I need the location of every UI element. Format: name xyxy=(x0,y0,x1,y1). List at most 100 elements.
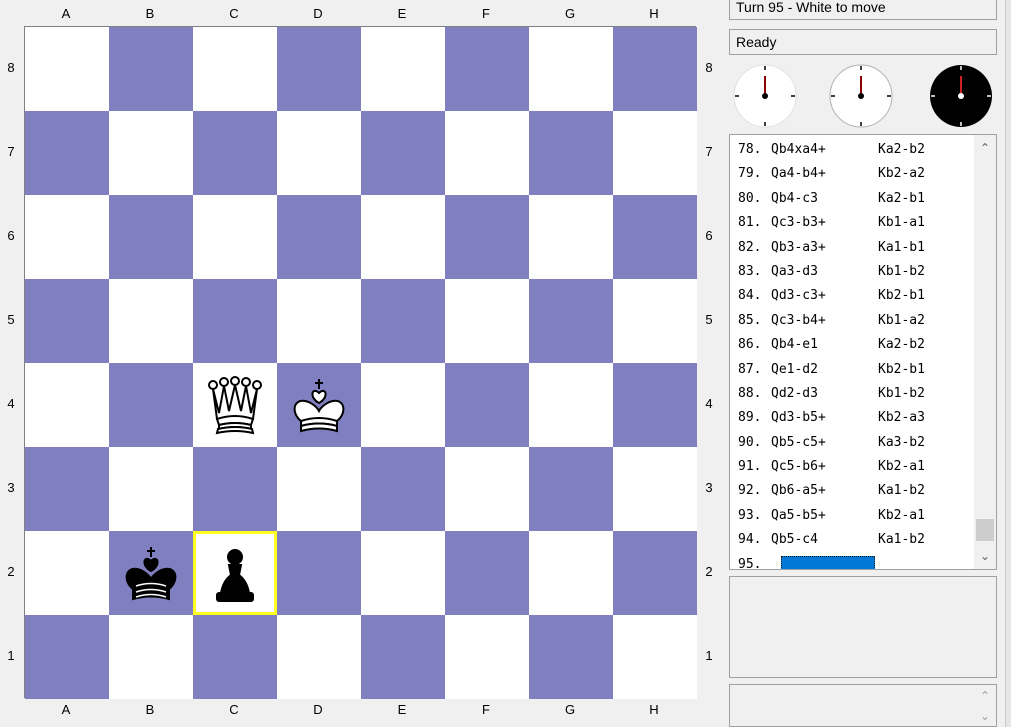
white-move[interactable]: Qb4xa4+ xyxy=(771,138,826,162)
square-g6[interactable] xyxy=(529,195,613,279)
black-move[interactable]: Ka1-b2 xyxy=(878,528,925,552)
white-move[interactable]: Qe1-d2 xyxy=(771,358,818,382)
chevron-up-icon[interactable]: ⌃ xyxy=(974,687,996,705)
black-move[interactable]: Kb1-a1 xyxy=(878,211,925,235)
square-a8[interactable] xyxy=(25,27,109,111)
square-b3[interactable] xyxy=(109,447,193,531)
white-move[interactable]: Qb6-a5+ xyxy=(771,479,826,503)
square-h7[interactable] xyxy=(613,111,697,195)
square-a3[interactable] xyxy=(25,447,109,531)
square-g3[interactable] xyxy=(529,447,613,531)
square-e3[interactable] xyxy=(361,447,445,531)
move-row[interactable]: 79. Qa4-b4+ Kb2-a2 xyxy=(738,162,970,186)
square-h2[interactable] xyxy=(613,531,697,615)
white-move[interactable]: Qc3-b3+ xyxy=(771,211,826,235)
command-input[interactable]: ⌃ ⌄ xyxy=(729,684,997,727)
square-h4[interactable] xyxy=(613,363,697,447)
black-move[interactable]: Ka2-b2 xyxy=(878,333,925,357)
white-move[interactable]: Qd2-d3 xyxy=(771,382,818,406)
square-b2[interactable] xyxy=(109,531,193,615)
black-move[interactable]: Ka2-b2 xyxy=(878,138,925,162)
square-e5[interactable] xyxy=(361,279,445,363)
square-d6[interactable] xyxy=(277,195,361,279)
square-h8[interactable] xyxy=(613,27,697,111)
move-row[interactable]: 81. Qc3-b3+ Kb1-a1 xyxy=(738,211,970,235)
move-row[interactable]: 82. Qb3-a3+ Ka1-b1 xyxy=(738,236,970,260)
move-row[interactable]: 78. Qb4xa4+ Ka2-b2 xyxy=(738,138,970,162)
black-move[interactable]: Ka3-b2 xyxy=(878,431,925,455)
black-move[interactable]: Kb2-b1 xyxy=(878,358,925,382)
white-move[interactable]: Qb3-a3+ xyxy=(771,236,826,260)
command-input-scrollbar[interactable]: ⌃ ⌄ xyxy=(974,685,996,726)
white-move[interactable]: Qc3-b4+ xyxy=(771,309,826,333)
move-row[interactable]: 84. Qd3-c3+ Kb2-b1 xyxy=(738,284,970,308)
square-g2[interactable] xyxy=(529,531,613,615)
square-c2[interactable] xyxy=(193,531,277,615)
square-f4[interactable] xyxy=(445,363,529,447)
move-row[interactable]: 92. Qb6-a5+ Ka1-b2 xyxy=(738,479,970,503)
white-move[interactable]: Qb4-e1 xyxy=(771,333,818,357)
square-h6[interactable] xyxy=(613,195,697,279)
move-row[interactable]: 90. Qb5-c5+ Ka3-b2 xyxy=(738,431,970,455)
square-g5[interactable] xyxy=(529,279,613,363)
black-pawn-icon[interactable] xyxy=(193,531,277,615)
square-e2[interactable] xyxy=(361,531,445,615)
square-g8[interactable] xyxy=(529,27,613,111)
black-move[interactable]: Ka1-b2 xyxy=(878,479,925,503)
square-d4[interactable] xyxy=(277,363,361,447)
square-f6[interactable] xyxy=(445,195,529,279)
square-h1[interactable] xyxy=(613,615,697,699)
square-b7[interactable] xyxy=(109,111,193,195)
white-move[interactable]: Qa3-d3 xyxy=(771,260,818,284)
square-e1[interactable] xyxy=(361,615,445,699)
move-row[interactable]: 86. Qb4-e1 Ka2-b2 xyxy=(738,333,970,357)
square-c5[interactable] xyxy=(193,279,277,363)
square-a2[interactable] xyxy=(25,531,109,615)
square-f2[interactable] xyxy=(445,531,529,615)
white-move[interactable]: Qd3-b5+ xyxy=(771,406,826,430)
move-row[interactable]: 85. Qc3-b4+ Kb1-a2 xyxy=(738,309,970,333)
black-move[interactable]: Kb2-a1 xyxy=(878,455,925,479)
square-d7[interactable] xyxy=(277,111,361,195)
black-move[interactable]: Kb2-b1 xyxy=(878,284,925,308)
white-move[interactable]: Qc5-b6+ xyxy=(771,455,826,479)
move-row[interactable]: 94. Qb5-c4 Ka1-b2 xyxy=(738,528,970,552)
move-list[interactable]: 78. Qb4xa4+ Ka2-b2 79. Qa4-b4+ Kb2-a2 80. Qb4-c… xyxy=(729,134,997,570)
square-c1[interactable] xyxy=(193,615,277,699)
black-move[interactable]: Kb1-b2 xyxy=(878,382,925,406)
square-a7[interactable] xyxy=(25,111,109,195)
square-b5[interactable] xyxy=(109,279,193,363)
move-row[interactable]: 93. Qa5-b5+ Kb2-a1 xyxy=(738,504,970,528)
white-move[interactable]: Qb5-c5+ xyxy=(771,431,826,455)
black-move[interactable]: Kb2-a1 xyxy=(878,504,925,528)
move-row[interactable]: 89. Qd3-b5+ Kb2-a3 xyxy=(738,406,970,430)
square-e8[interactable] xyxy=(361,27,445,111)
white-move[interactable]: Qb4-c3 xyxy=(771,187,818,211)
square-d2[interactable] xyxy=(277,531,361,615)
black-move[interactable]: Kb2-a3 xyxy=(878,406,925,430)
square-g4[interactable] xyxy=(529,363,613,447)
square-c4[interactable] xyxy=(193,363,277,447)
black-move[interactable]: Kb2-a2 xyxy=(878,162,925,186)
square-c6[interactable] xyxy=(193,195,277,279)
white-move[interactable]: Qd3-c3+ xyxy=(771,284,826,308)
black-king-icon[interactable] xyxy=(109,531,193,615)
square-h3[interactable] xyxy=(613,447,697,531)
chevron-down-icon[interactable]: ⌄ xyxy=(974,547,996,565)
square-e7[interactable] xyxy=(361,111,445,195)
black-move[interactable]: Ka1-b1 xyxy=(878,236,925,260)
square-d3[interactable] xyxy=(277,447,361,531)
black-move[interactable]: Ka2-b1 xyxy=(878,187,925,211)
white-move[interactable]: Qb5-c4 xyxy=(771,528,818,552)
square-a4[interactable] xyxy=(25,363,109,447)
move-row[interactable]: 80. Qb4-c3 Ka2-b1 xyxy=(738,187,970,211)
square-c8[interactable] xyxy=(193,27,277,111)
square-a5[interactable] xyxy=(25,279,109,363)
square-b4[interactable] xyxy=(109,363,193,447)
square-c7[interactable] xyxy=(193,111,277,195)
square-c3[interactable] xyxy=(193,447,277,531)
square-b6[interactable] xyxy=(109,195,193,279)
white-move[interactable]: Qa4-b4+ xyxy=(771,162,826,186)
move-row[interactable]: 91. Qc5-b6+ Kb2-a1 xyxy=(738,455,970,479)
square-f7[interactable] xyxy=(445,111,529,195)
